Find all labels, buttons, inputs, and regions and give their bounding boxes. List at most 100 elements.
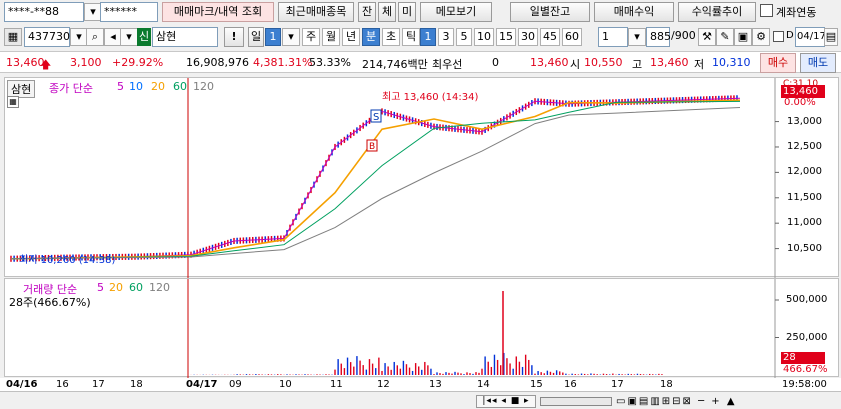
price-chart-pane[interactable]: SB 삼현 종가 단순 5 10 20 60 120 ▦ 최고 13,460 (… [4,77,839,278]
daily-balance-button[interactable]: 일별잔고 [510,2,590,22]
ma60-label: 60 [173,80,187,93]
period-tab-0[interactable]: 주 [302,28,320,46]
executed-button[interactable]: 체 [378,2,396,22]
minute-tab-60[interactable]: 60 [562,28,582,46]
table-icon[interactable]: ▦ [7,96,19,108]
period-tab-3[interactable]: 분 [362,28,380,46]
time-tick-3: 18 [130,379,143,390]
time-tick-4: 04/17 [186,379,218,390]
minute-tab-30[interactable]: 30 [518,28,538,46]
save-icon[interactable]: ▣ [734,28,752,46]
sell-button[interactable]: 매도 [800,53,836,73]
ma20-line [10,99,741,260]
period-day-button[interactable]: 일 [248,27,264,47]
count-value: 885 [650,30,671,43]
minute-dropdown-icon[interactable]: ▾ [628,28,646,46]
ma120-line [10,106,741,260]
buy-signal-text: B [369,142,375,152]
scroll-track[interactable] [540,397,612,406]
speaker-dropdown-icon[interactable]: ▾ [120,28,138,46]
time-tick-14: 18 [660,379,673,390]
up-arrow-icon: 🡅 [40,58,52,71]
search-icon[interactable]: ⌕ [86,28,104,46]
account-select[interactable]: ****-**88 [4,2,84,22]
volume: 16,908,976 [186,56,249,69]
quote-bar: 13,460 🡅 3,100 +29.92% 16,908,976 4,381.… [0,51,841,73]
trade-mark-button[interactable]: 매매마크/내역 조회 [162,2,274,22]
d-checkbox[interactable] [773,31,784,42]
ma120-label: 120 [193,80,214,93]
stock-name-field[interactable]: 삼현 [152,27,218,47]
time-axis: 04/16 16 17 18 04/17 09 10 11 12 13 14 15 16 17 18 19:… [0,378,841,392]
unfilled-button[interactable]: 미 [398,2,416,22]
minute-tab-1[interactable]: 1 [420,28,436,46]
current-price: 13,460 [6,56,45,69]
sell-signal-text: S [373,112,379,123]
low-price: 10,310 [712,56,751,69]
time-tick-0: 04/16 [6,379,38,390]
password-mask: ****** [104,5,137,18]
password-field[interactable]: ****** [100,2,158,22]
period-tab-2[interactable]: 년 [342,28,360,46]
ask-price: 13,460 [530,56,569,69]
price-legend-title: 종가 단순 [49,82,93,95]
settings-gear-icon[interactable]: ⚙ [752,28,770,46]
d-label: D [786,30,794,41]
open-price: 10,550 [584,56,623,69]
time-tick-13: 17 [611,379,624,390]
minute-tab-3[interactable]: 3 [438,28,454,46]
period-tab-5[interactable]: 틱 [402,28,420,46]
period-tab-1[interactable]: 월 [322,28,340,46]
time-tick-7: 11 [330,379,343,390]
price-tick-11500: 11,500 [787,191,822,203]
price-chart: SB [10,78,779,278]
date-field[interactable]: 04/17 [795,27,826,47]
tools-icon[interactable]: ⚒ [698,28,716,46]
minute-tab-45[interactable]: 45 [540,28,560,46]
recent-trades-button[interactable]: 최근매매종목 [278,2,354,22]
price-tick-12500: 12,500 [787,140,822,152]
account-link-checkbox[interactable] [760,4,773,17]
count-total: /900 [671,29,696,42]
vol-ma5-label: 5 [97,281,104,294]
time-tick-5: 09 [229,379,242,390]
current-volume-pct: 466.67% [783,364,828,375]
minute-select[interactable]: 1 [598,27,628,47]
volume-chart-pane[interactable]: 거래량 단순 5 20 60 120 28주(466.67%) 250,000 5… [4,278,839,378]
memo-button[interactable]: 메모보기 [420,2,492,22]
high-annotation: 최고 13,460 (14:34) [382,92,479,103]
stock-name: 삼현 [156,30,177,43]
priority-value: 0 [492,56,499,69]
time-tick-12: 16 [564,379,577,390]
period-tab-4[interactable]: 초 [382,28,400,46]
price-tick-10500: 10,500 [787,242,822,254]
grid-icon[interactable]: ▦ [4,28,22,46]
profit-trend-button[interactable]: 수익률추이 [678,2,756,22]
scroll-controls[interactable]: |◂◂ ◂ ■ ▸ [476,395,536,408]
volume-tick-250000: 250,000 [786,331,828,343]
stock-code: 437730 [28,30,70,43]
time-tick-11: 15 [530,379,543,390]
balance-button[interactable]: 잔 [358,2,376,22]
minute-tab-5[interactable]: 5 [456,28,472,46]
alert-button[interactable]: ! [224,27,244,47]
clock-label: 19:58:00 [782,379,827,390]
strength: 53.33% [309,56,351,69]
minute-tab-15[interactable]: 15 [496,28,516,46]
minute-tab-10[interactable]: 10 [474,28,494,46]
calendar-icon[interactable]: ▤ [824,28,838,46]
credit-badge: 신 [137,28,151,46]
ma60-line [10,100,741,260]
time-tick-9: 13 [429,379,442,390]
stock-code-field[interactable]: 437730 [24,27,70,47]
count-field[interactable]: 885 [646,27,671,47]
zoom-controls[interactable]: ▭▣▤▥⊞⊟⊠ ─ + ▲ [616,395,841,408]
buy-button[interactable]: 매수 [760,53,796,73]
period-dropdown-icon[interactable]: ▾ [282,28,300,46]
ma10-label: 10 [129,80,143,93]
period-num-field[interactable]: 1 [265,28,281,46]
price-tick-13000: 13,000 [787,115,822,127]
draw-icon[interactable]: ✎ [716,28,734,46]
chart-toolbar: ▦ 437730 ▾ ⌕ ◂ ▾ 신 삼현 ! 일 1 ▾ 주월년분초틱 135… [0,25,841,49]
trade-profit-button[interactable]: 매매수익 [594,2,674,22]
